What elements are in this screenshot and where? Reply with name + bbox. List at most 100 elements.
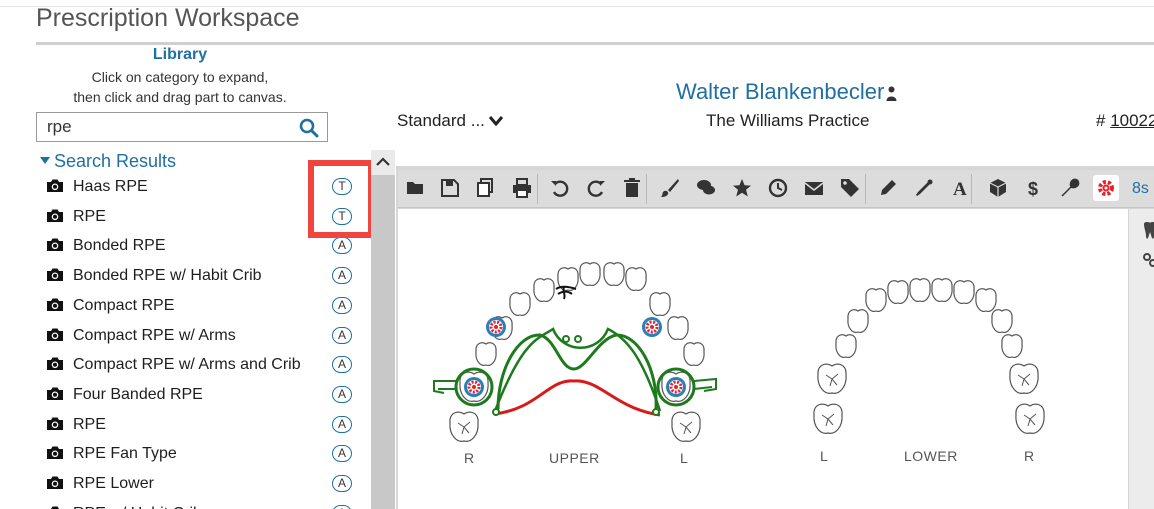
- result-item[interactable]: RPE A: [36, 410, 370, 439]
- wrench-button[interactable]: [1060, 178, 1080, 198]
- toolbar-separator: [537, 174, 538, 204]
- lower-right-label: R: [1024, 448, 1034, 464]
- tag-button[interactable]: [840, 178, 860, 198]
- pencil-button[interactable]: [878, 178, 898, 198]
- camera-icon[interactable]: [47, 179, 63, 192]
- camera-icon[interactable]: [47, 357, 63, 371]
- camera-icon[interactable]: [47, 268, 63, 282]
- pencil-icon: [881, 180, 896, 195]
- lower-arch-label: LOWER: [904, 448, 958, 464]
- patient-name[interactable]: Walter Blankenbecler: [676, 79, 884, 105]
- result-item-label: Compact RPE w/ Arms: [73, 326, 236, 344]
- result-item[interactable]: Compact RPE A: [36, 291, 370, 320]
- result-item-label: RPE: [73, 207, 106, 225]
- case-number[interactable]: # 10022: [1096, 111, 1154, 131]
- toolbar-more-label[interactable]: 8s: [1132, 180, 1149, 198]
- search-results-heading: Search Results: [54, 151, 177, 171]
- result-item-badge[interactable]: A: [332, 385, 352, 403]
- clock-button[interactable]: [768, 178, 788, 198]
- result-item-badge[interactable]: A: [332, 356, 352, 374]
- cube-button[interactable]: [988, 178, 1008, 198]
- result-item-badge[interactable]: A: [332, 267, 352, 285]
- clock-icon: [768, 178, 788, 198]
- search-icon[interactable]: [299, 118, 319, 138]
- comments-button[interactable]: [696, 178, 716, 198]
- trash-button[interactable]: [622, 178, 642, 198]
- result-item-badge[interactable]: A: [332, 237, 352, 255]
- dollar-button[interactable]: $: [1024, 178, 1044, 199]
- trash-icon: [624, 178, 640, 197]
- design-canvas[interactable]: R UPPER L L LOWER R: [398, 209, 1128, 509]
- result-item[interactable]: RPE Lower A: [36, 469, 370, 498]
- chevron-up-icon: [376, 157, 390, 166]
- camera-icon[interactable]: [47, 417, 63, 430]
- svg-text:$: $: [1028, 179, 1038, 198]
- tooth-icon[interactable]: [1142, 221, 1154, 241]
- practice-name: The Williams Practice: [706, 111, 870, 130]
- result-item[interactable]: RPE w/ Habit Crib A: [36, 499, 370, 509]
- result-item-badge[interactable]: A: [332, 326, 352, 344]
- star-button[interactable]: [732, 178, 752, 198]
- save-button[interactable]: [440, 178, 460, 198]
- chevron-down-icon[interactable]: [488, 115, 504, 127]
- text-icon: A: [953, 179, 967, 200]
- undo-button[interactable]: [550, 178, 570, 198]
- redo-button[interactable]: [586, 178, 606, 198]
- result-item-badge[interactable]: A: [332, 504, 352, 509]
- result-item-badge[interactable]: A: [332, 296, 352, 314]
- search-input[interactable]: [37, 113, 287, 141]
- wrench-alt-button[interactable]: [914, 178, 934, 198]
- result-item-badge[interactable]: A: [332, 475, 352, 492]
- camera-icon[interactable]: [47, 209, 63, 222]
- camera-icon[interactable]: [47, 238, 63, 252]
- caret-down-icon: [40, 157, 50, 164]
- print-icon: [513, 178, 531, 198]
- brush-button[interactable]: [660, 178, 680, 198]
- copy-button[interactable]: [476, 178, 496, 198]
- upper-arch: [449, 262, 705, 442]
- tag-icon: [841, 179, 859, 197]
- search-results-toggle[interactable]: Search Results: [40, 151, 176, 172]
- camera-icon[interactable]: [47, 328, 63, 341]
- result-item[interactable]: Compact RPE w/ Arms and Crib A: [36, 350, 370, 379]
- person-icon: [886, 86, 897, 101]
- camera-icon[interactable]: [47, 446, 63, 460]
- case-prefix: #: [1096, 111, 1111, 130]
- scroll-up-button[interactable]: [371, 150, 395, 175]
- case-number-link[interactable]: 10022: [1110, 111, 1154, 130]
- star-icon: [733, 179, 751, 197]
- result-item-label: Bonded RPE w/ Habit Crib: [73, 267, 262, 285]
- envelope-button[interactable]: [804, 178, 824, 198]
- result-item-badge[interactable]: A: [332, 415, 352, 433]
- result-item[interactable]: Four Banded RPE A: [36, 380, 370, 409]
- redo-icon: [587, 180, 605, 197]
- print-button[interactable]: [512, 178, 532, 198]
- result-item-label: RPE Lower: [73, 475, 154, 492]
- library-help-line2: then click and drag part to canvas.: [73, 89, 287, 105]
- camera-icon[interactable]: [47, 387, 63, 400]
- brush-icon: [661, 179, 679, 197]
- upper-right-label: R: [464, 450, 474, 466]
- folder-open-button[interactable]: [406, 178, 426, 198]
- library-scrollbar[interactable]: [371, 150, 395, 509]
- page-title: Prescription Workspace: [36, 4, 300, 32]
- library-title: Library: [152, 46, 208, 63]
- text-button[interactable]: A: [950, 178, 970, 200]
- result-item[interactable]: Bonded RPE w/ Habit Crib A: [36, 261, 370, 290]
- camera-icon[interactable]: [47, 298, 63, 311]
- comments-icon: [697, 180, 715, 195]
- result-item-label: Four Banded RPE: [73, 385, 203, 403]
- camera-icon[interactable]: [47, 476, 63, 489]
- lower-arch: [813, 278, 1045, 434]
- wrench-icon: [1061, 178, 1080, 197]
- save-icon: [441, 179, 459, 197]
- gear-button[interactable]: [1093, 175, 1119, 201]
- template-select[interactable]: Standard ...: [397, 111, 485, 131]
- library-help: Click on category to expand, then click …: [36, 67, 324, 107]
- link-icon[interactable]: [1143, 253, 1154, 267]
- result-item-badge[interactable]: A: [332, 445, 352, 463]
- result-item[interactable]: RPE Fan Type A: [36, 439, 370, 468]
- svg-text:A: A: [953, 179, 967, 198]
- dental-chart[interactable]: R UPPER L L LOWER R: [398, 209, 1128, 509]
- result-item[interactable]: Compact RPE w/ Arms A: [36, 321, 370, 350]
